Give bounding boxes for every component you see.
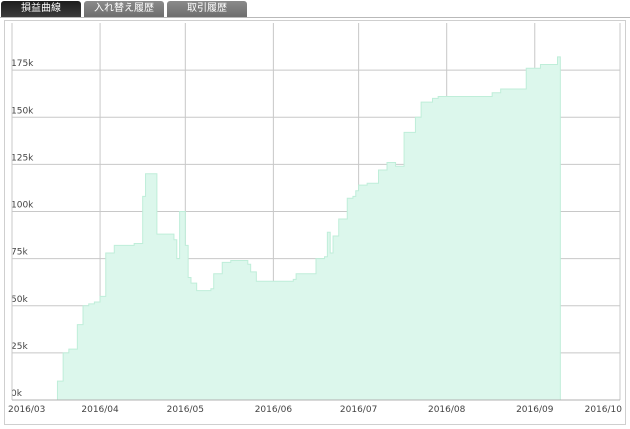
y-tick-label: 50k	[11, 295, 28, 305]
x-tick-label: 2016/04	[81, 405, 119, 415]
x-tick-label: 2016/03	[8, 405, 45, 415]
x-tick-label: 2016/09	[516, 405, 554, 415]
y-tick-label: 0k	[11, 389, 23, 399]
y-tick-label: 125k	[11, 153, 34, 163]
y-tick-label: 175k	[11, 59, 34, 69]
y-tick-label: 75k	[11, 248, 28, 258]
x-tick-label: 2016/05	[167, 405, 204, 415]
y-tick-label: 25k	[11, 342, 28, 352]
x-tick-label: 2016/07	[340, 405, 377, 415]
y-tick-label: 100k	[11, 201, 34, 211]
x-tick-label: 2016/08	[428, 405, 466, 415]
profit-area-series	[51, 56, 561, 401]
x-tick-label: 2016/10	[585, 405, 623, 415]
y-tick-label: 150k	[11, 106, 34, 116]
profit-curve-chart: 0k 25k 50k 75k 100k 125k 150k 175k 2016/03 2016/0…	[8, 23, 623, 415]
x-tick-label: 2016/06	[255, 405, 293, 415]
